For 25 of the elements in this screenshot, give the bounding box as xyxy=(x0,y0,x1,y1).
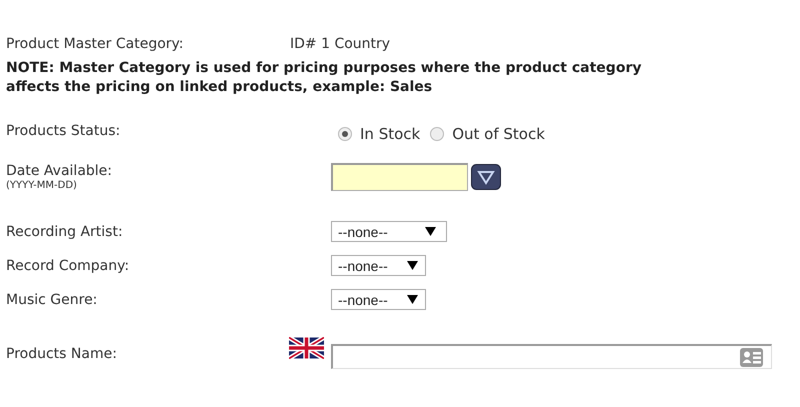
caret-icon xyxy=(425,227,436,236)
date-field[interactable] xyxy=(331,163,468,191)
format-hint: (YYYY-MM-DD) xyxy=(6,180,78,191)
field-label: Products Status: xyxy=(6,123,122,139)
field-label: Product Master Category: xyxy=(6,36,185,52)
field-label: Products Name: xyxy=(6,346,118,362)
field-label: Recording Artist: xyxy=(6,224,124,240)
caret-icon xyxy=(407,295,418,304)
radio-label[interactable]: In Stock xyxy=(360,125,420,143)
field-label: Record Company: xyxy=(6,258,130,274)
radio-label[interactable]: Out of Stock xyxy=(452,125,545,143)
dropdown[interactable]: --none-- xyxy=(331,255,426,276)
note-text: NOTE: Master Category is used for pricing purposes where the product category affects the pricing on linked products, example: Sales xyxy=(6,59,642,97)
dropdown-button-icon[interactable] xyxy=(471,164,501,190)
dropdown[interactable]: --none-- xyxy=(331,289,426,310)
field-label: Date Available: xyxy=(6,163,113,179)
radio-button[interactable] xyxy=(430,127,444,141)
text-field[interactable] xyxy=(331,344,772,369)
category-value: ID# 1 Country xyxy=(290,36,390,52)
flag-icon xyxy=(289,336,324,358)
caret-icon xyxy=(407,261,418,270)
radio-button[interactable] xyxy=(338,127,352,141)
field-label: Music Genre: xyxy=(6,292,98,308)
dropdown[interactable]: --none-- xyxy=(331,221,447,242)
contact-card-icon xyxy=(740,348,763,366)
